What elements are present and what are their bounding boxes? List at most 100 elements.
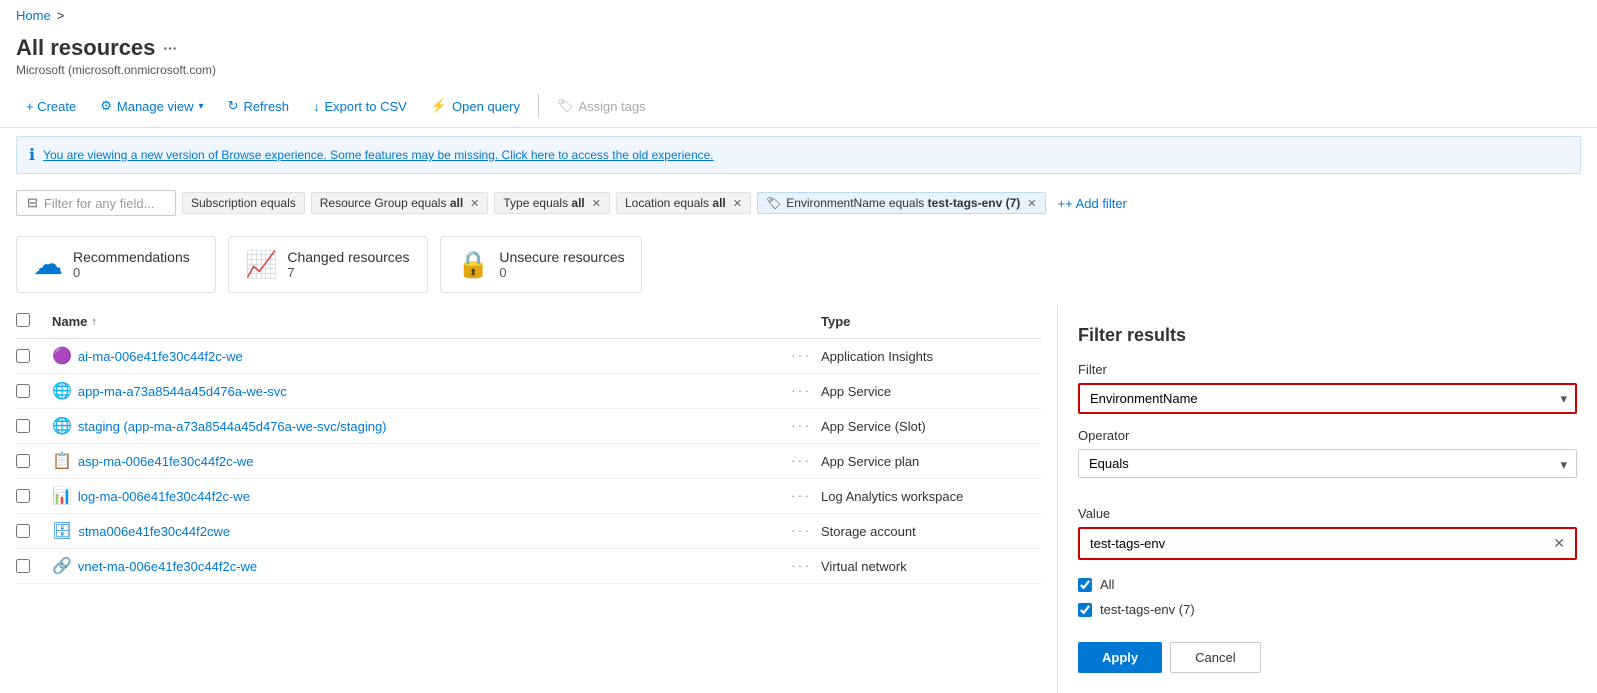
export-csv-button[interactable]: ↓ Export to CSV [303,94,417,119]
filter-panel: Filter results Filter EnvironmentName ▾ … [1057,305,1597,693]
page-subtitle: Microsoft (microsoft.onmicrosoft.com) [16,63,1581,77]
changed-resources-icon: 📈 [245,249,277,280]
checkbox-all: All [1078,572,1577,597]
resource-icon: 🌐 [52,416,72,436]
unsecure-resources-count: 0 [499,265,624,280]
manage-view-button[interactable]: ⚙ Manage view ▾ [90,93,213,119]
row-checkbox[interactable] [16,454,30,468]
refresh-icon: ↻ [228,98,239,114]
resource-link[interactable]: vnet-ma-006e41fe30c44f2c-we [78,559,257,574]
row-more-icon[interactable]: ··· [791,452,811,468]
table-row: 🟣 ai-ma-006e41fe30c44f2c-we ··· Applicat… [16,339,1041,374]
checkbox-envname: test-tags-env (7) [1078,597,1577,622]
resource-link[interactable]: app-ma-a73a8544a45d476a-we-svc [78,384,287,399]
changed-resources-card[interactable]: 📈 Changed resources 7 [228,236,428,293]
page-header: All resources ··· Microsoft (microsoft.o… [0,31,1597,85]
table-header: Name ↑ Type [16,305,1041,339]
breadcrumb-home[interactable]: Home [16,8,51,23]
resource-type: App Service plan [821,454,1041,469]
value-input[interactable] [1090,536,1553,551]
resource-icon: 📋 [52,451,72,471]
checkbox-envname-input[interactable] [1078,603,1092,617]
row-checkbox[interactable] [16,349,30,363]
row-checkbox[interactable] [16,419,30,433]
table-row: 📊 log-ma-006e41fe30c44f2c-we ··· Log Ana… [16,479,1041,514]
resource-link[interactable]: stma006e41fe30c44f2cwe [78,524,230,539]
checkbox-envname-label: test-tags-env (7) [1100,602,1195,617]
filter-chip-envname[interactable]: 🏷 EnvironmentName equals test-tags-env (… [757,192,1046,214]
page-title: All resources [16,35,155,61]
chevron-down-icon: ▾ [199,101,204,112]
plus-icon: + [1058,196,1066,211]
select-all-checkbox[interactable] [16,313,30,327]
filter-chip-resource-group[interactable]: Resource Group equals all ✕ [311,192,489,214]
resource-link[interactable]: asp-ma-006e41fe30c44f2c-we [78,454,254,469]
query-icon: ⚡ [431,98,447,114]
recommendations-count: 0 [73,265,190,280]
filter-chip-type-remove[interactable]: ✕ [592,197,601,210]
sort-arrow-icon[interactable]: ↑ [91,316,97,328]
filter-input-box[interactable]: ⊟ Filter for any field... [16,190,176,216]
unsecure-resources-icon: 🔒 [457,249,489,280]
resource-type: Application Insights [821,349,1041,364]
operator-select[interactable]: Equals [1078,449,1577,478]
row-more-icon[interactable]: ··· [791,417,811,433]
checkbox-all-input[interactable] [1078,578,1092,592]
operator-select-wrapper: Equals ▾ [1078,449,1577,492]
main-content: Name ↑ Type 🟣 ai-ma-006e41fe30c44f2c-we … [0,305,1597,693]
info-banner-link[interactable]: You are viewing a new version of Browse … [43,148,714,162]
open-query-button[interactable]: ⚡ Open query [421,93,530,119]
more-options-icon[interactable]: ··· [163,40,177,56]
row-more-icon[interactable]: ··· [791,347,811,363]
row-more-icon[interactable]: ··· [791,557,811,573]
row-checkbox[interactable] [16,559,30,573]
resource-type: App Service [821,384,1041,399]
changed-resources-label: Changed resources [287,249,409,265]
row-checkbox[interactable] [16,524,30,538]
create-button[interactable]: + Create [16,94,86,119]
filter-chip-envname-remove[interactable]: ✕ [1027,197,1036,210]
resource-icon: 🗄 [52,521,72,541]
apply-button[interactable]: Apply [1078,642,1162,673]
row-more-icon[interactable]: ··· [791,487,811,503]
resource-link[interactable]: ai-ma-006e41fe30c44f2c-we [78,349,243,364]
resource-icon: 📊 [52,486,72,506]
filter-chip-location[interactable]: Location equals all ✕ [616,192,751,214]
filter-bar: ⊟ Filter for any field... Subscription e… [0,182,1597,224]
row-more-icon[interactable]: ··· [791,382,811,398]
table-row: 🗄 stma006e41fe30c44f2cwe ··· Storage acc… [16,514,1041,549]
filter-field-select-wrapper: EnvironmentName ▾ [1078,383,1577,414]
recommendations-card[interactable]: ☁ Recommendations 0 [16,236,216,293]
filter-chip-type[interactable]: Type equals all ✕ [494,192,610,214]
resources-table: Name ↑ Type 🟣 ai-ma-006e41fe30c44f2c-we … [0,305,1057,693]
unsecure-resources-card[interactable]: 🔒 Unsecure resources 0 [440,236,642,293]
resource-icon: 🟣 [52,346,72,366]
resource-link[interactable]: log-ma-006e41fe30c44f2c-we [78,489,250,504]
filter-chip-subscription[interactable]: Subscription equals [182,192,305,214]
value-input-box: ✕ [1078,527,1577,560]
download-icon: ↓ [313,99,320,114]
row-checkbox[interactable] [16,489,30,503]
table-row: 🌐 app-ma-a73a8544a45d476a-we-svc ··· App… [16,374,1041,409]
filter-chip-location-remove[interactable]: ✕ [733,197,742,210]
add-filter-button[interactable]: + + Add filter [1052,193,1133,214]
assign-tags-button[interactable]: 🏷 Assign tags [547,93,656,119]
toolbar-separator [538,94,539,118]
resource-type: App Service (Slot) [821,419,1041,434]
cancel-button[interactable]: Cancel [1170,642,1260,673]
summary-cards: ☁ Recommendations 0 📈 Changed resources … [0,224,1597,305]
row-checkbox[interactable] [16,384,30,398]
toolbar: + Create ⚙ Manage view ▾ ↻ Refresh ↓ Exp… [0,85,1597,128]
resource-link[interactable]: staging (app-ma-a73a8544a45d476a-we-svc/… [78,419,387,434]
operator-label: Operator [1078,428,1577,443]
filter-chip-resource-group-remove[interactable]: ✕ [470,197,479,210]
filter-field-select[interactable]: EnvironmentName [1078,383,1577,414]
row-more-icon[interactable]: ··· [791,522,811,538]
info-icon: ℹ [29,145,35,165]
value-clear-icon[interactable]: ✕ [1553,535,1565,552]
refresh-button[interactable]: ↻ Refresh [218,93,299,119]
table-row: 📋 asp-ma-006e41fe30c44f2c-we ··· App Ser… [16,444,1041,479]
unsecure-resources-label: Unsecure resources [499,249,624,265]
resource-type: Log Analytics workspace [821,489,1041,504]
resource-type: Storage account [821,524,1041,539]
